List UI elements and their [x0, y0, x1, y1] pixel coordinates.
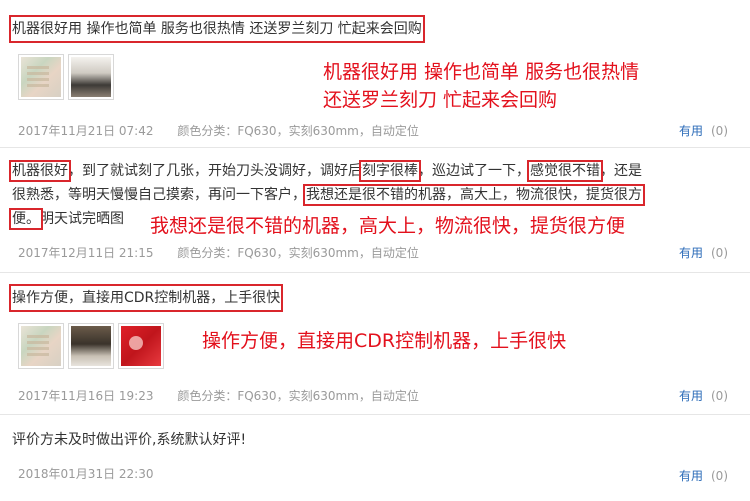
useful-count: (0)	[711, 469, 728, 483]
review-item-1: 机器很好用 操作也简单 服务也很热情 还送罗兰刻刀 忙起来会回购 机器很好用 操…	[0, 0, 750, 148]
review-photos	[18, 54, 114, 100]
review-date: 2017年11月16日 19:23	[18, 389, 154, 403]
useful-button[interactable]: 有用	[679, 469, 703, 483]
review-spec: 颜色分类：FQ630，实刻630mm，自动定位	[177, 389, 419, 403]
annotation-line: 我想还是很不错的机器，高大上，物流很快，提货很方便	[150, 215, 626, 237]
useful-button[interactable]: 有用	[679, 124, 703, 138]
highlight-phrase: 便。	[9, 208, 43, 230]
highlight-phrase: 我想还是很不错的机器，高大上，物流很快，提货很方	[303, 184, 645, 206]
useful-button[interactable]: 有用	[679, 246, 703, 260]
review-photo-thumbnail[interactable]	[68, 54, 114, 100]
useful-count: (0)	[711, 124, 728, 138]
review-date: 2017年12月11日 21:15	[18, 246, 154, 260]
review-text-segment: 很熟悉，等明天慢慢自己摸索，再问一下客户，	[12, 187, 306, 203]
annotation-line-2: 还送罗兰刻刀 忙起来会回购	[323, 89, 558, 111]
highlight-phrase: 刻字很棒	[359, 160, 421, 182]
review-meta: 2018年01月31日 22:30	[18, 465, 173, 482]
review-text-segment: ，还是	[600, 163, 642, 179]
review-text-line-1: 机器很好，到了就试刻了几张，开始刀头没调好，调好后刻字很棒，巡边试了一下，感觉很…	[9, 160, 642, 182]
useful-vote: 有用 (0)	[679, 122, 728, 139]
useful-count: (0)	[711, 246, 728, 260]
review-photo-thumbnail[interactable]	[68, 323, 114, 369]
review-text: 操作方便，直接用CDR控制机器，上手很快	[8, 284, 284, 312]
annotation-line-1: 机器很好用 操作也简单 服务也很热情	[323, 61, 640, 83]
review-text-line-3: 便。明天试完晒图	[9, 208, 124, 230]
review-photo-thumbnail[interactable]	[118, 323, 164, 369]
useful-vote: 有用 (0)	[679, 467, 728, 484]
review-spec: 颜色分类：FQ630，实刻630mm，自动定位	[177, 124, 419, 138]
highlight-phrase: 感觉很不错	[527, 160, 603, 182]
review-photos	[18, 323, 164, 369]
useful-button[interactable]: 有用	[679, 389, 703, 403]
annotation-line: 操作方便，直接用CDR控制机器，上手很快	[202, 330, 567, 352]
highlight-phrase: 机器很好	[9, 160, 71, 182]
review-item-2: 机器很好，到了就试刻了几张，开始刀头没调好，调好后刻字很棒，巡边试了一下，感觉很…	[0, 148, 750, 273]
review-date: 2018年01月31日 22:30	[18, 467, 154, 481]
review-text-line-2: 很熟悉，等明天慢慢自己摸索，再问一下客户，我想还是很不错的机器，高大上，物流很快…	[12, 184, 645, 206]
review-spec: 颜色分类：FQ630，实刻630mm，自动定位	[177, 246, 419, 260]
useful-count: (0)	[711, 389, 728, 403]
review-photo-thumbnail[interactable]	[18, 54, 64, 100]
review-photo-thumbnail[interactable]	[18, 323, 64, 369]
review-date: 2017年11月21日 07:42	[18, 124, 154, 138]
review-meta: 2017年11月21日 07:42 颜色分类：FQ630，实刻630mm，自动定…	[18, 122, 419, 139]
review-text: 评价方未及时做出评价,系统默认好评!	[12, 432, 247, 448]
useful-vote: 有用 (0)	[679, 387, 728, 404]
review-item-4: 评价方未及时做出评价,系统默认好评! 2018年01月31日 22:30 有用 (…	[0, 415, 750, 501]
review-text-segment: 明天试完晒图	[40, 211, 124, 227]
review-meta: 2017年12月11日 21:15 颜色分类：FQ630，实刻630mm，自动定…	[18, 244, 419, 261]
review-text-segment: ，巡边试了一下，	[418, 163, 530, 179]
review-text: 机器很好用 操作也简单 服务也很热情 还送罗兰刻刀 忙起来会回购	[9, 15, 425, 43]
review-text-segment: ，到了就试刻了几张，开始刀头没调好，调好后	[68, 163, 362, 179]
useful-vote: 有用 (0)	[679, 244, 728, 261]
review-meta: 2017年11月16日 19:23 颜色分类：FQ630，实刻630mm，自动定…	[18, 387, 419, 404]
review-item-3: 操作方便，直接用CDR控制机器，上手很快 操作方便，直接用CDR控制机器，上手很…	[0, 273, 750, 415]
